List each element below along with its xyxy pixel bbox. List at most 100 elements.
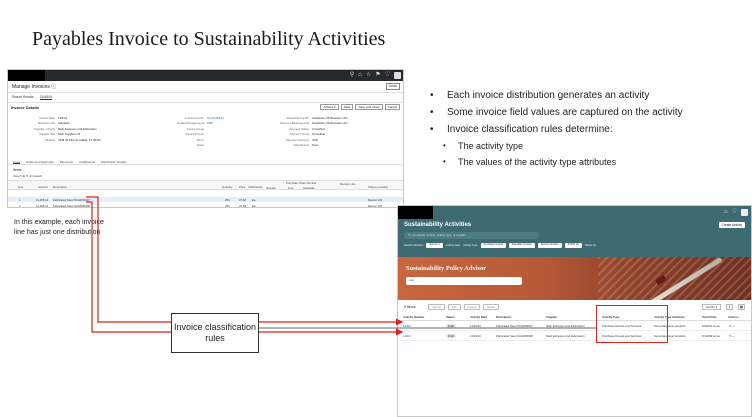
edit-button[interactable]: Edit <box>447 304 461 310</box>
activity-description: Fabricated Steel SCHD00008 <box>496 334 533 338</box>
line-uom: Ea <box>252 203 256 208</box>
delete-button[interactable]: Delete <box>483 304 500 310</box>
star-icon[interactable]: ☆ <box>366 71 371 80</box>
status-badge: Draft <box>446 334 457 338</box>
filter-chip[interactable]: Source ▾ <box>426 243 443 248</box>
field-value[interactable]: 7545 JS Pike St. Dallas, TX 00115 <box>58 138 101 142</box>
filter-label[interactable]: Activity Type <box>463 244 478 247</box>
top-bar: ⚲ ⌂ ☆ ⚑ ♡ <box>8 70 403 81</box>
field-label: Payment Business Unit <box>280 121 309 126</box>
home-icon[interactable]: ⌂ <box>358 71 362 80</box>
tab-search-results[interactable]: Search Results <box>12 95 34 100</box>
table-row[interactable]: 13000 Draft 11/30/24 Fabricated Steel SC… <box>398 321 751 331</box>
top-bar-icons: ⌂ ♡ <box>724 208 748 217</box>
field-label: Attachments <box>293 143 309 148</box>
field-value[interactable]: Standard <box>58 121 69 125</box>
line-amount: 11,265.14 <box>36 203 49 208</box>
advisor-input[interactable]: Ask <box>406 277 522 285</box>
field-value[interactable]: 0.00 <box>207 121 212 125</box>
filter-chip[interactable]: Payables Invoice <box>508 243 535 248</box>
activity-description: Fabricated Steel SCHD00007 <box>496 324 533 328</box>
field-value[interactable]: 11/3/24 <box>58 116 67 120</box>
field-value[interactable]: Main Extrusion and Fabrication <box>58 127 97 131</box>
filter-chip[interactable]: Activity Number <box>537 243 562 248</box>
tab-lines[interactable]: Lines <box>13 160 21 164</box>
invoice-fields: Invoice Date 11/3/24 Business Unit Standar… <box>8 115 403 160</box>
flag-icon[interactable]: ⚑ <box>375 71 380 80</box>
avatar[interactable] <box>741 209 748 216</box>
slide: Payables Invoice to Sustainability Activ… <box>0 0 752 417</box>
field-label: Requisitioning BU <box>286 115 309 120</box>
field-value[interactable]: US 10,232.11 <box>207 116 224 120</box>
download-icon[interactable]: ↧ <box>726 304 733 310</box>
activity-number-link[interactable]: 13000 <box>403 324 411 328</box>
table-row[interactable]: 2 11,265.14 Fabricated Steel SCHD00008 2… <box>8 203 403 208</box>
tab-distribution[interactable]: Distribution Details <box>101 160 126 164</box>
toolbar-buttons: Submit Edit Cancel Delete <box>428 304 500 310</box>
sustainability-activities-screenshot: ⌂ ♡ Sustainability Activities Create Act… <box>397 205 752 417</box>
field-row: Notes <box>173 143 224 149</box>
field-value[interactable]: Unverified <box>312 127 325 131</box>
total-co2e: 8,94201 tonne <box>702 324 720 328</box>
cancel-button[interactable]: Cancel <box>384 104 400 110</box>
tab-installments[interactable]: Installments <box>79 160 95 164</box>
page-title: Manage Invoices ⓘ <box>12 84 57 90</box>
field-label: Payment Currency <box>285 137 309 142</box>
activity-number-link[interactable]: 13001 <box>403 334 411 338</box>
field-value[interactable]: Sustainion US Business Unit <box>312 121 348 125</box>
bell-icon[interactable]: ♡ <box>732 208 737 217</box>
col-status: Status <box>446 315 455 319</box>
row-actions[interactable]: ✎ ⋯ <box>729 334 735 338</box>
tab-invoice[interactable]: 3156616 <box>39 95 53 100</box>
done-button[interactable]: Done <box>385 83 400 90</box>
row-actions[interactable]: ✎ ⋯ <box>729 324 735 328</box>
classification-rules-box: Invoice classification rules <box>171 313 259 353</box>
tab-payments[interactable]: Payments <box>60 160 73 164</box>
field-value[interactable]: Main Supplies US <box>58 132 80 136</box>
lines-toolbar[interactable]: View ▾ ⊕ ✎ ⊘ Detach <box>13 174 42 178</box>
slide-title: Payables Invoice to Sustainability Activ… <box>32 28 386 50</box>
field-value[interactable]: Sustainion US Business Unit <box>312 116 348 120</box>
line-price: 37.68 <box>239 197 246 202</box>
field-value[interactable]: None <box>312 143 319 147</box>
manage-invoices-header: Manage Invoices ⓘ Done <box>8 81 403 93</box>
bell-icon[interactable]: ♡ <box>385 71 390 80</box>
field-label: Invoice Amount <box>184 115 204 120</box>
field-value[interactable]: USD <box>312 138 318 142</box>
submit-button[interactable]: Submit <box>428 304 445 310</box>
search-icon[interactable]: ⚲ <box>350 71 354 80</box>
create-activity-button[interactable]: Create Activity <box>718 222 745 228</box>
field-value[interactable]: Immediate <box>312 132 325 136</box>
table-row[interactable]: 1 11,265.14 Fabricated Steel SCHD00007 2… <box>8 197 403 202</box>
invoice-details-header: Invoice Details Actions ▾ Save Save and … <box>8 103 403 111</box>
save-button[interactable]: Save <box>340 104 354 110</box>
search-input[interactable]: Try an activity number, activity type, o… <box>404 232 539 239</box>
item-count: 2 Items <box>404 305 416 309</box>
table-row[interactable]: 13001 Draft 11/30/24 Fabricated Steel SC… <box>398 331 751 341</box>
actions-menu[interactable]: Actions ▾ <box>320 104 339 110</box>
col-po-line: Line <box>288 186 294 190</box>
save-and-close-button[interactable]: Save and Close <box>355 104 383 110</box>
sort-by-select[interactable]: Sort By ▾ <box>701 304 721 310</box>
filters-link[interactable]: Filters (4) <box>585 244 596 247</box>
banner-texture <box>598 257 751 300</box>
field-row: Payment Business Unit Sustainion US Busin… <box>278 121 348 127</box>
filter-label[interactable]: Activity Date <box>446 244 460 247</box>
cancel-button[interactable]: Cancel <box>463 304 481 310</box>
filter-chip[interactable]: Purchase Goods <box>480 243 506 248</box>
tab-holds[interactable]: Holds and Approvals <box>26 160 54 164</box>
total-co2e: 8,44699 tonne <box>702 334 720 338</box>
filter-chip[interactable]: 27625 (2) <box>564 243 582 248</box>
status-badge: Draft <box>446 324 457 328</box>
line-uom: Ea <box>252 197 256 202</box>
line-quantity: 250 <box>225 197 230 202</box>
filter-label: Results Attention <box>404 243 424 247</box>
items-label: Items <box>13 168 22 172</box>
line-description: Fabricated Steel SCHD00007 <box>53 197 90 202</box>
col-po: Purchase Order Number <box>286 181 317 185</box>
field-label: Payment Status <box>289 126 309 131</box>
avatar[interactable] <box>394 72 401 79</box>
home-icon[interactable]: ⌂ <box>724 208 728 217</box>
line-price: 37.68 <box>239 203 246 208</box>
grid-icon[interactable]: ▦ <box>737 304 745 310</box>
